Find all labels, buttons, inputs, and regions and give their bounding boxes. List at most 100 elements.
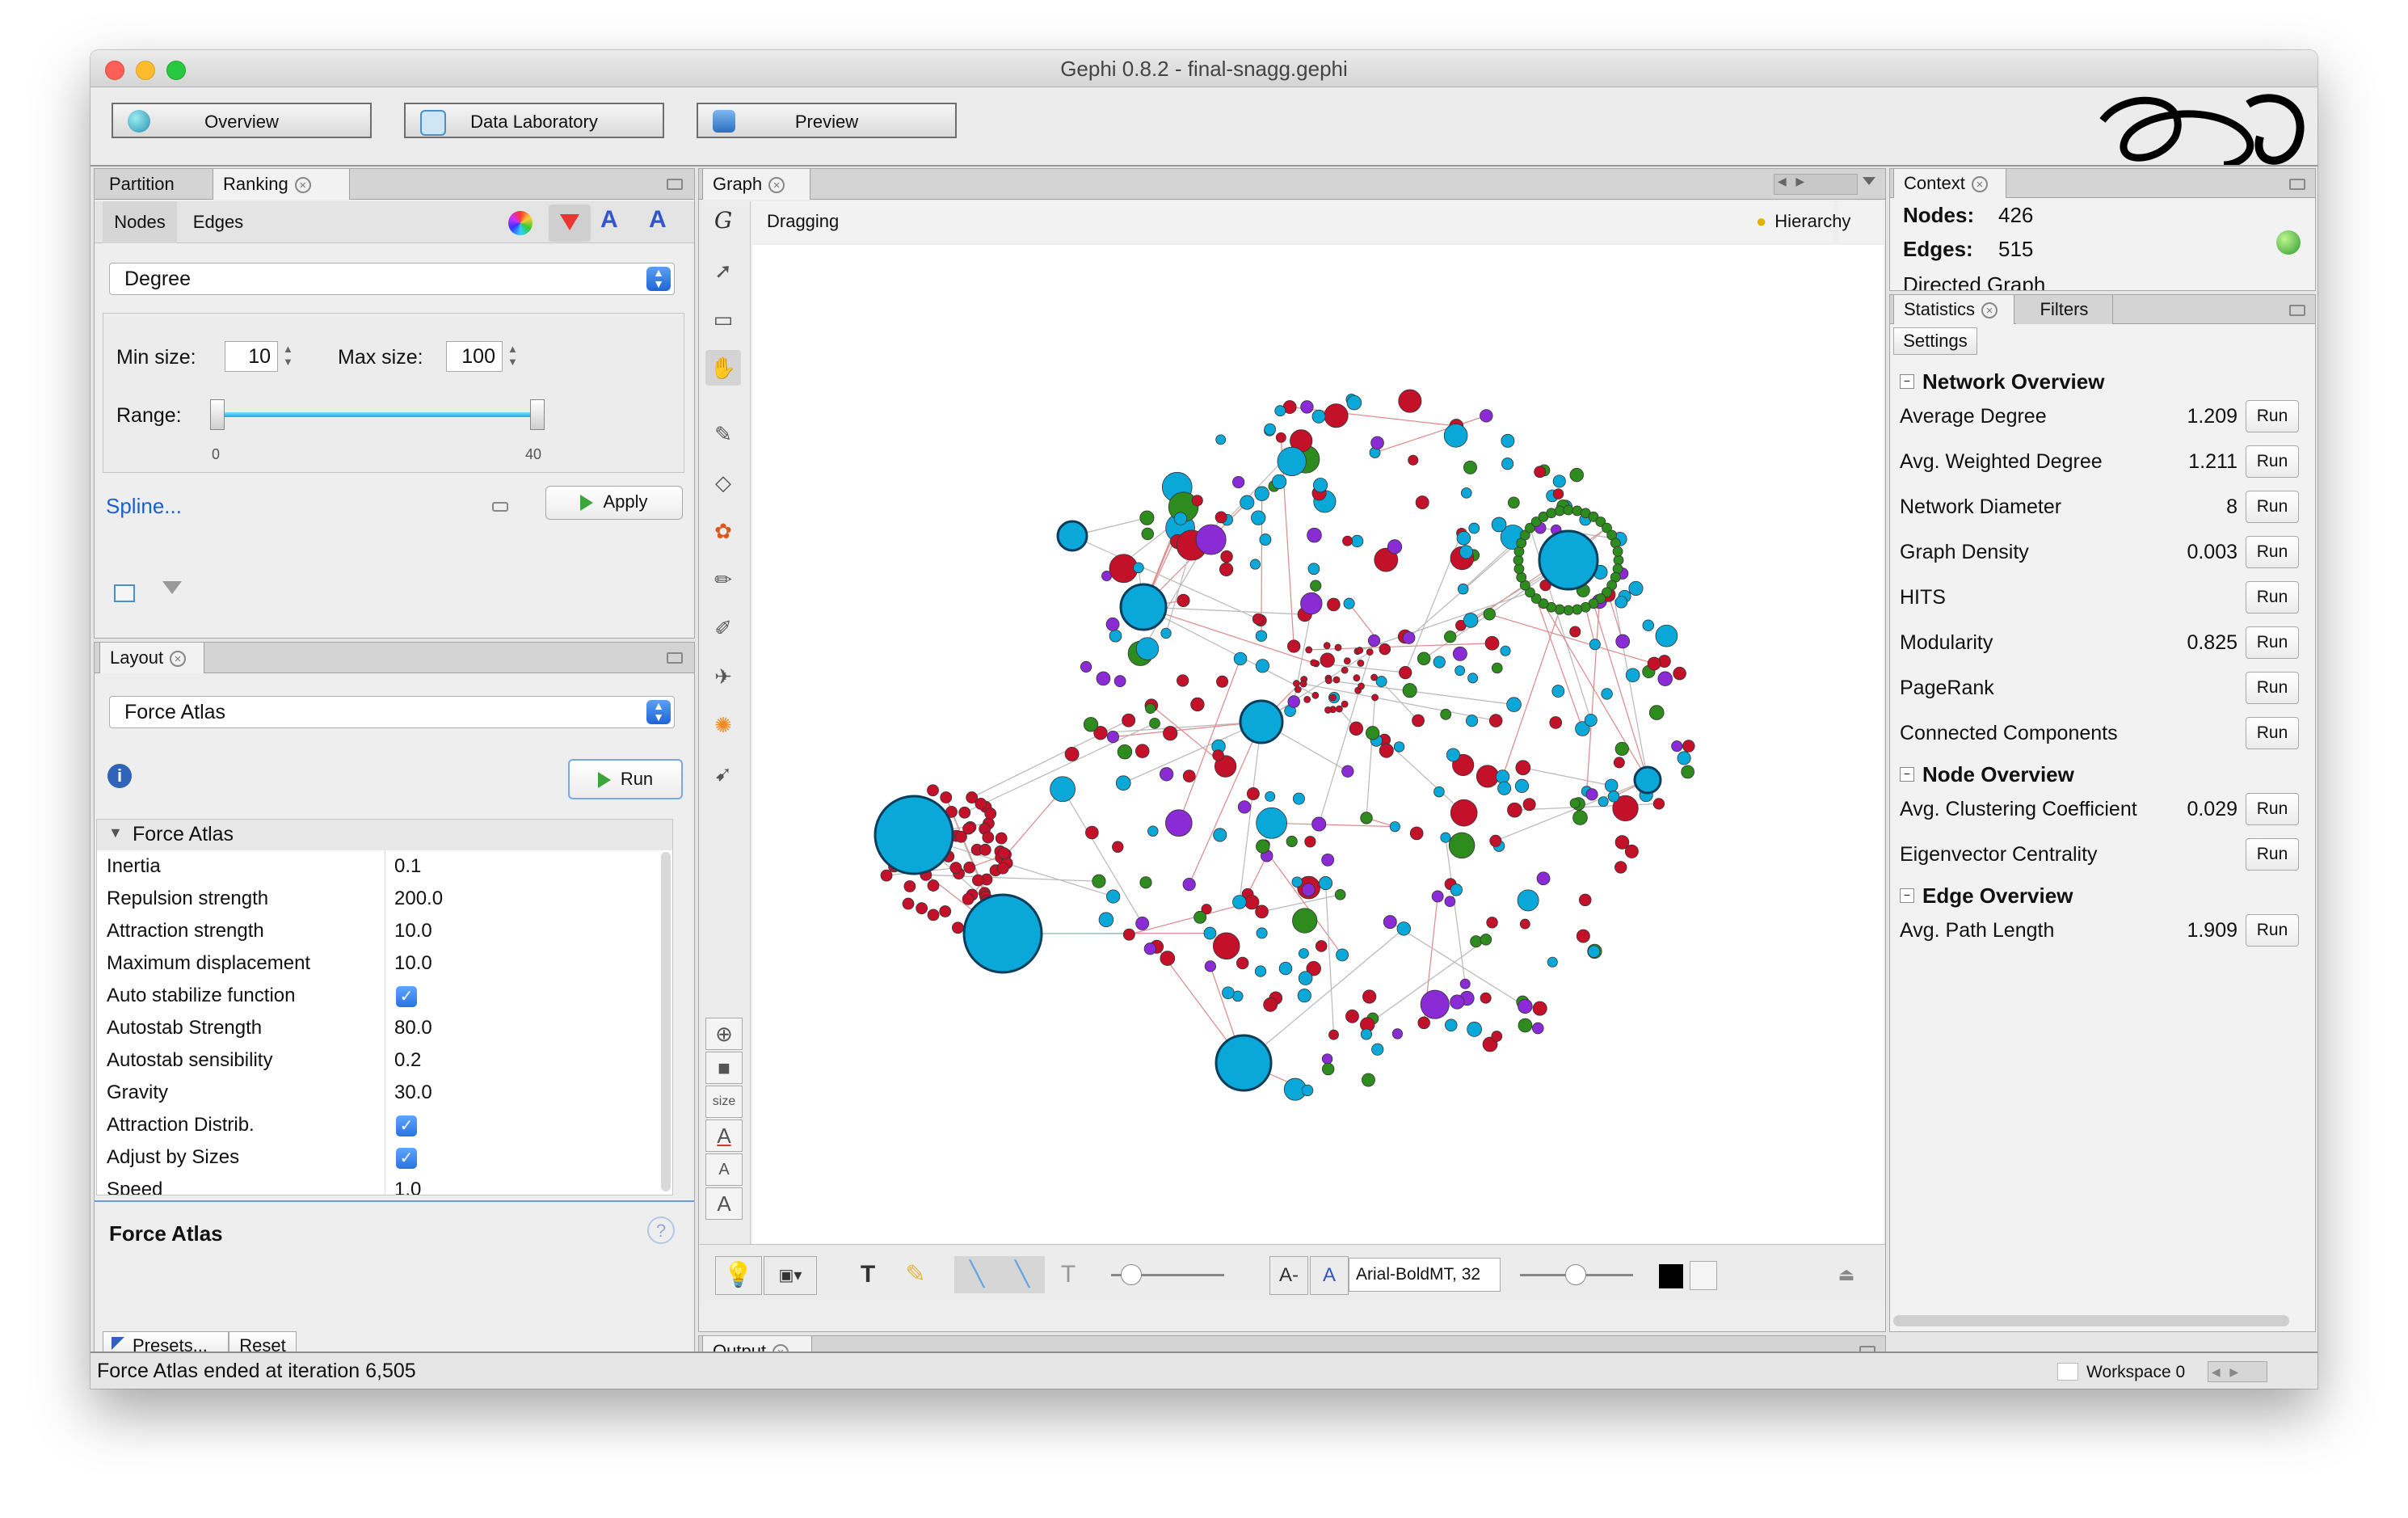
- graph-node[interactable]: [1274, 405, 1286, 417]
- graph-node[interactable]: [1275, 432, 1286, 443]
- graph-node[interactable]: [1092, 874, 1106, 888]
- graph-node[interactable]: [1433, 786, 1445, 798]
- font-selector[interactable]: Arial-BoldMT, 32: [1349, 1258, 1501, 1292]
- graph-node[interactable]: [1507, 496, 1520, 509]
- info-icon[interactable]: i: [107, 764, 132, 788]
- graph-node[interactable]: [1443, 424, 1468, 448]
- graph-node[interactable]: [949, 862, 962, 874]
- graph-node[interactable]: [1517, 889, 1539, 912]
- zoom-fit-icon[interactable]: ⊕: [705, 1018, 743, 1050]
- graph-node[interactable]: [1501, 458, 1514, 470]
- graph-node[interactable]: [1254, 486, 1269, 501]
- graph-node[interactable]: [1278, 961, 1293, 976]
- graph-node[interactable]: [1375, 676, 1387, 688]
- screenshot-dropdown-icon[interactable]: ▣▾: [764, 1256, 817, 1295]
- graph-node[interactable]: [1240, 495, 1255, 510]
- property-row[interactable]: Auto stabilize function ✓: [97, 980, 663, 1013]
- graph-node[interactable]: [1444, 630, 1457, 643]
- graph-node[interactable]: [1237, 800, 1252, 814]
- graph-node[interactable]: [1232, 895, 1247, 909]
- drag-hand-tool[interactable]: ✋: [705, 350, 741, 386]
- graph-node[interactable]: [1507, 802, 1522, 818]
- graph-node[interactable]: [1294, 685, 1302, 694]
- graph-node[interactable]: [1589, 639, 1601, 651]
- graph-node[interactable]: [1254, 965, 1267, 977]
- graph-node[interactable]: [1105, 617, 1120, 631]
- graph-node[interactable]: [1420, 989, 1450, 1019]
- graph-node[interactable]: [1159, 767, 1174, 782]
- clipboard-icon[interactable]: [1690, 1261, 1717, 1290]
- graph-node[interactable]: [902, 897, 915, 910]
- graph-node[interactable]: [1484, 635, 1500, 651]
- graph-node[interactable]: [1106, 731, 1120, 744]
- graph-node[interactable]: [1145, 702, 1156, 714]
- graph-node[interactable]: [1324, 706, 1332, 714]
- graph-node[interactable]: [1310, 580, 1322, 592]
- graph-node[interactable]: [1569, 626, 1581, 638]
- graph-node[interactable]: [1391, 1028, 1404, 1039]
- graph-node[interactable]: [1160, 627, 1172, 639]
- workspace-nav-arrows[interactable]: ◀ ▶: [2208, 1361, 2267, 1382]
- graph-node[interactable]: [1598, 796, 1609, 807]
- graph-node[interactable]: [1329, 694, 1337, 702]
- min-size-stepper[interactable]: ▲ ▼: [283, 343, 293, 369]
- graph-node[interactable]: [1310, 659, 1318, 667]
- close-tab-icon[interactable]: ×: [170, 651, 187, 668]
- tab-partition[interactable]: Partition: [99, 169, 213, 200]
- graph-node[interactable]: [1244, 894, 1260, 910]
- graph-node[interactable]: [1341, 765, 1354, 778]
- graph-node[interactable]: [1519, 918, 1530, 930]
- minimize-panel-icon[interactable]: [2289, 305, 2305, 316]
- graph-node[interactable]: [1514, 778, 1530, 794]
- graph-node[interactable]: [1251, 510, 1266, 525]
- graph-node[interactable]: [1628, 580, 1644, 596]
- graph-node[interactable]: [1657, 671, 1673, 687]
- graph-hub-node[interactable]: [962, 893, 1043, 974]
- graph-node[interactable]: [1139, 876, 1152, 889]
- graph-node[interactable]: [1303, 695, 1311, 703]
- graph-node[interactable]: [1252, 613, 1265, 625]
- graph-node[interactable]: [1486, 917, 1498, 929]
- rectangle-select-tool[interactable]: ▭: [705, 301, 741, 337]
- graph-node[interactable]: [1491, 1031, 1503, 1042]
- graph-node[interactable]: [1327, 597, 1341, 612]
- graph-node[interactable]: [1353, 674, 1361, 682]
- graph-node[interactable]: [1255, 659, 1270, 673]
- graph-node[interactable]: [1491, 662, 1503, 674]
- graph-node[interactable]: [1379, 643, 1391, 656]
- graph-node[interactable]: [1671, 740, 1683, 753]
- graph-node[interactable]: [1549, 716, 1563, 729]
- graph-node[interactable]: [1480, 409, 1493, 423]
- close-tab-icon[interactable]: ×: [294, 177, 311, 194]
- graph-node[interactable]: [927, 909, 940, 921]
- overview-button[interactable]: Overview: [112, 103, 372, 138]
- property-value[interactable]: 10.0: [394, 952, 432, 975]
- graph-node[interactable]: [1264, 423, 1277, 436]
- graph-node[interactable]: [1122, 713, 1136, 727]
- graph-node[interactable]: [1298, 948, 1309, 959]
- graph-node[interactable]: [1495, 770, 1510, 784]
- graph-node[interactable]: [1096, 671, 1111, 686]
- graph-node[interactable]: [1203, 926, 1217, 940]
- tab-filters[interactable]: Filters: [2016, 295, 2113, 324]
- graph-node[interactable]: [1614, 596, 1628, 609]
- data-laboratory-button[interactable]: Data Laboratory: [404, 103, 664, 138]
- graph-node[interactable]: [1584, 714, 1598, 727]
- graph-node[interactable]: [1222, 986, 1235, 1000]
- graph-node[interactable]: [1534, 466, 1547, 479]
- graph-node[interactable]: [1320, 652, 1335, 668]
- graph-node[interactable]: [903, 880, 916, 892]
- graph-node[interactable]: [1332, 676, 1341, 684]
- graph-node[interactable]: [1220, 550, 1233, 563]
- select-arrow-tool[interactable]: ➚: [705, 253, 741, 289]
- graph-node[interactable]: [952, 921, 964, 934]
- graph-node[interactable]: [1648, 705, 1665, 720]
- stat-run-button[interactable]: Run: [2246, 626, 2299, 659]
- graph-node[interactable]: [1601, 688, 1613, 700]
- graph-node[interactable]: [1342, 535, 1353, 546]
- graph-node[interactable]: [1135, 744, 1150, 758]
- graph-node[interactable]: [1286, 835, 1298, 848]
- font-size-increase-icon[interactable]: A: [1310, 1256, 1349, 1295]
- property-row[interactable]: Attraction Distrib. ✓: [97, 1109, 663, 1142]
- label-color-swatch[interactable]: [1659, 1264, 1683, 1288]
